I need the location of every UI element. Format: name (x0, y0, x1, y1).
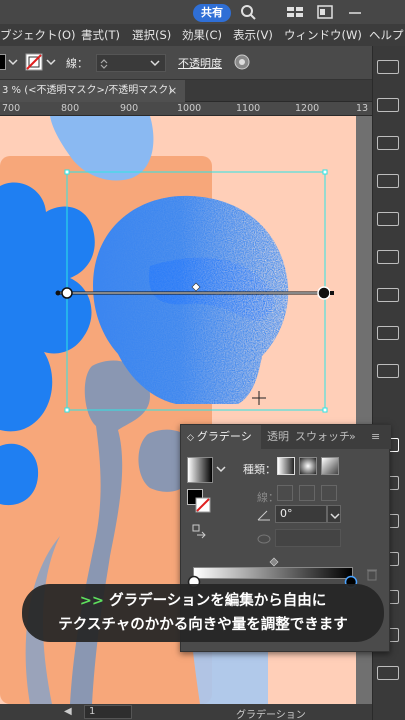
ruler-tick: 13 (356, 103, 369, 114)
status-bar: ◀ 1 グラデーション (0, 704, 372, 720)
stroke-none-swatch[interactable] (25, 53, 43, 71)
panel-icon[interactable] (377, 136, 399, 150)
close-icon[interactable]: × (168, 84, 177, 97)
ruler-tick: 1200 (295, 103, 320, 114)
caption-line-2: テクスチャのかかる向きや量を調整できます (58, 617, 348, 633)
tab-transparency[interactable]: 透明 (267, 425, 289, 449)
angle-dropdown[interactable] (327, 505, 341, 523)
panel-icon[interactable] (377, 250, 399, 264)
panel-menu-icon[interactable]: ≡ (371, 425, 380, 449)
menu-object[interactable]: ブジェクト(O) (0, 24, 76, 46)
panel-icon[interactable] (377, 288, 399, 302)
chevron-down-icon[interactable] (46, 58, 56, 66)
radial-gradient-button[interactable] (299, 457, 317, 475)
chevron-down-icon[interactable] (8, 58, 18, 66)
ruler-tick: 900 (120, 103, 139, 114)
minimize-icon[interactable] (346, 4, 364, 20)
panel-icon[interactable] (377, 364, 399, 378)
opacity-link[interactable]: 不透明度 (178, 55, 222, 71)
panel-icon[interactable] (377, 60, 399, 74)
menu-view[interactable]: 表示(V) (233, 24, 273, 46)
fill-swatch[interactable] (0, 54, 6, 70)
search-icon[interactable] (240, 4, 258, 20)
ruler-tick: 700 (2, 103, 21, 114)
stroke-option-button[interactable] (277, 485, 293, 501)
stroke-label: 線： (66, 57, 88, 70)
type-label: 種類： (243, 463, 276, 476)
document-tab-title: 3 % (<不透明マスク>/不透明マスク) (2, 85, 173, 96)
angle-icon (257, 510, 270, 521)
share-button[interactable]: 共有 (193, 4, 231, 22)
menu-bar: ブジェクト(O) 書式(T) 選択(S) 効果(C) 表示(V) ウィンドウ(W… (0, 24, 405, 46)
app-top-bar: 共有 (0, 0, 405, 24)
gradient-preview-swatch[interactable] (187, 457, 213, 483)
tab-gradient[interactable]: ◇グラデーション (181, 425, 261, 468)
stroke-none-indicator[interactable] (195, 497, 211, 513)
chevron-down-icon (330, 513, 340, 520)
control-bar: 線： 不透明度 (0, 46, 372, 80)
stroke-option-button[interactable] (299, 485, 315, 501)
status-label: グラデーション (236, 710, 306, 720)
angle-input[interactable]: 0° (275, 505, 327, 523)
freeform-gradient-button[interactable] (321, 457, 339, 475)
recolor-icon[interactable] (234, 54, 250, 70)
horizontal-ruler: 700 800 900 1000 1100 1200 13 (0, 102, 372, 116)
midpoint-diamond-icon[interactable] (269, 557, 279, 567)
caption-line-1: >> グラデーションを編集から自由に (79, 593, 327, 609)
tutorial-caption: >> グラデーションを編集から自由に テクスチャのかかる向きや量を調整できます (22, 584, 384, 642)
artboard-number-field[interactable]: 1 (84, 705, 132, 719)
menu-type[interactable]: 書式(T) (81, 24, 120, 46)
reverse-gradient-icon[interactable] (191, 523, 207, 539)
workspace-icon[interactable] (286, 4, 304, 20)
menu-window[interactable]: ウィンドウ(W) (284, 24, 362, 46)
ruler-tick: 1100 (236, 103, 261, 114)
chevron-down-icon[interactable] (216, 465, 226, 473)
caption-accent: >> (79, 593, 105, 609)
panel-icon[interactable] (377, 326, 399, 340)
menu-effect[interactable]: 効果(C) (182, 24, 222, 46)
panel-icon[interactable] (377, 174, 399, 188)
stroke-label: 線： (257, 491, 279, 504)
panel-tab-bar: ◇グラデーション 透明 スウォッチ » ≡ (181, 425, 391, 468)
panel-icon[interactable] (377, 98, 399, 112)
linear-gradient-button[interactable] (277, 457, 295, 475)
delete-stop-icon[interactable] (365, 567, 379, 581)
panel-icon[interactable] (377, 666, 399, 680)
menu-help[interactable]: ヘルプ (369, 24, 404, 46)
document-tab-bar: 3 % (<不透明マスク>/不透明マスク) × (0, 80, 372, 102)
chevron-down-icon[interactable] (150, 59, 160, 67)
gradient-slider[interactable] (193, 567, 353, 579)
aspect-ratio-input[interactable] (275, 529, 341, 547)
panel-expand-icon[interactable]: » (349, 425, 356, 449)
aspect-ratio-icon (257, 534, 271, 544)
document-tab[interactable]: 3 % (<不透明マスク>/不透明マスク) (0, 80, 185, 102)
tab-swatches[interactable]: スウォッチ (295, 425, 350, 449)
ruler-tick: 800 (61, 103, 80, 114)
stroke-option-button[interactable] (321, 485, 337, 501)
ruler-tick: 1000 (177, 103, 202, 114)
prev-artboard-icon[interactable]: ◀ (64, 706, 72, 717)
arrange-documents-icon[interactable] (316, 4, 334, 20)
menu-select[interactable]: 選択(S) (132, 24, 171, 46)
stepper-icon[interactable] (99, 58, 109, 70)
panel-icon[interactable] (377, 212, 399, 226)
